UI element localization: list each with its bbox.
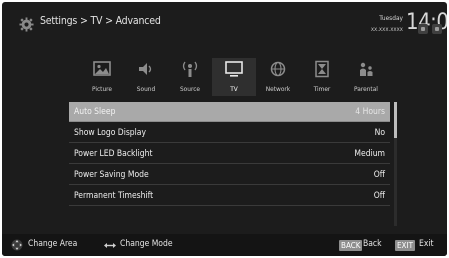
tab-label: Picture: [91, 85, 113, 93]
gear-icon: [19, 17, 34, 32]
tab-label: Sound: [136, 85, 156, 93]
back-label: Back: [363, 239, 382, 249]
left-right-arrows-icon: [104, 243, 116, 248]
menu-item-label: Permanent Timeshift: [74, 190, 154, 201]
tab-tv[interactable]: TV: [212, 58, 256, 96]
category-tabs: Picture Sound Source TV Network Timer Pa…: [78, 58, 384, 98]
scrollbar-thumb[interactable]: [394, 102, 397, 138]
tab-label: Network: [265, 85, 291, 93]
timer-icon: [315, 60, 329, 78]
menu-item-power-saving-mode[interactable]: Power Saving Mode Off: [69, 165, 390, 185]
menu-item-value: Off: [373, 190, 385, 201]
day-label: Tuesday: [379, 14, 403, 22]
tab-network[interactable]: Network: [256, 58, 300, 96]
menu-item-auto-sleep[interactable]: Auto Sleep 4 Hours: [69, 102, 390, 122]
menu-item-label: Auto Sleep: [74, 106, 116, 117]
menu-item-show-logo-display[interactable]: Show Logo Display No: [69, 123, 390, 143]
tv-settings-screen: Settings > TV > Advanced Tuesday xx.xxx.…: [2, 2, 447, 256]
menu-item-label: Power Saving Mode: [74, 169, 149, 180]
menu-item-label: Show Logo Display: [74, 127, 147, 138]
header: Settings > TV > Advanced Tuesday xx.xxx.…: [2, 2, 447, 46]
exit-key-badge[interactable]: EXIT: [395, 240, 415, 251]
menu-item-permanent-timeshift[interactable]: Permanent Timeshift Off: [69, 186, 390, 206]
menu-item-power-led-backlight[interactable]: Power LED Backlight Medium: [69, 144, 390, 164]
tab-label: Parental: [354, 85, 378, 93]
picture-icon: [93, 61, 111, 76]
tab-sound[interactable]: Sound: [124, 58, 168, 96]
menu-item-label: Power LED Backlight: [74, 148, 153, 159]
source-icon: [182, 61, 198, 77]
tab-source[interactable]: Source: [168, 58, 212, 96]
parental-icon: [360, 62, 373, 76]
tab-parental[interactable]: Parental: [344, 58, 388, 96]
network-icon: [270, 61, 286, 77]
tab-timer[interactable]: Timer: [300, 58, 344, 96]
change-mode-label: Change Mode: [120, 239, 173, 249]
change-area-label: Change Area: [28, 239, 78, 249]
tv-icon: [225, 61, 243, 77]
menu-item-value: Off: [373, 169, 385, 180]
menu-item-value: 4 Hours: [355, 106, 385, 117]
exit-label: Exit: [419, 239, 434, 249]
tab-label: Timer: [313, 85, 331, 93]
menu-item-value: No: [374, 127, 385, 138]
tab-picture[interactable]: Picture: [80, 58, 124, 96]
tab-label: Source: [179, 85, 201, 93]
nav-left-icon: [418, 24, 428, 34]
date-label: xx.xxx.xxxx: [370, 26, 403, 33]
sound-icon: [139, 63, 152, 75]
tab-label: TV: [230, 85, 238, 93]
nav-right-icon: [432, 24, 442, 34]
breadcrumb: Settings > TV > Advanced: [40, 15, 161, 27]
back-key-badge[interactable]: BACK: [339, 240, 363, 251]
scrollbar[interactable]: [394, 102, 397, 226]
settings-list: Auto Sleep 4 Hours Show Logo Display No …: [69, 102, 392, 207]
dpad-icon: [11, 239, 23, 251]
menu-item-value: Medium: [354, 148, 385, 159]
